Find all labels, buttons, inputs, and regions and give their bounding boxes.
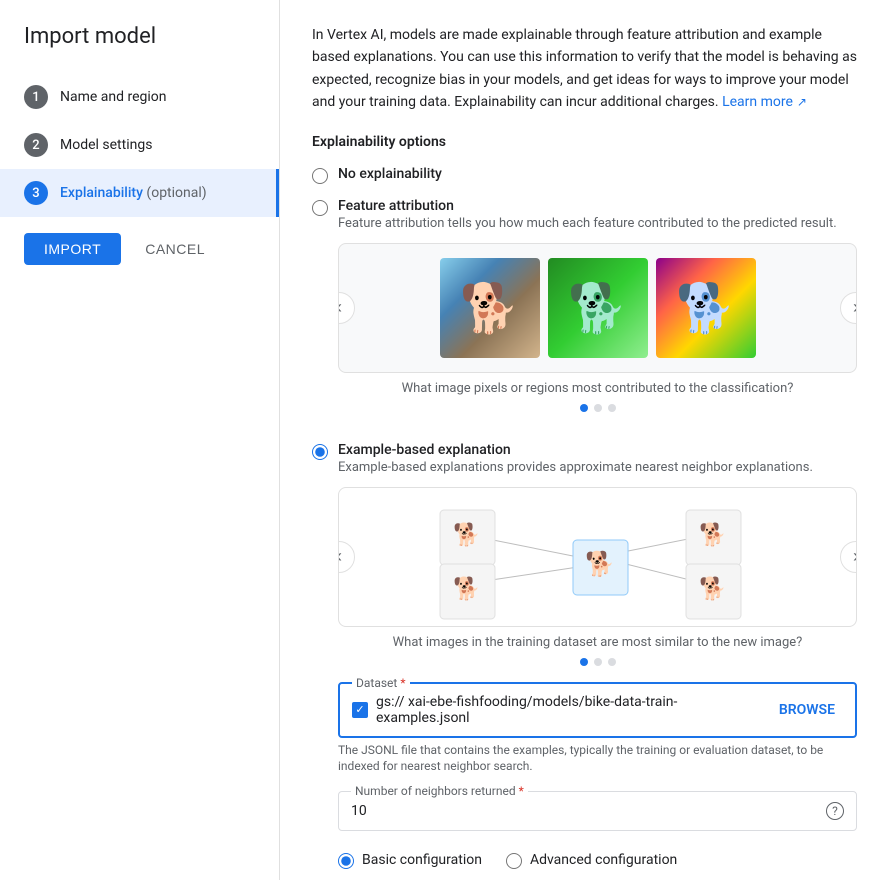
dataset-value: gs:// xai-ebe-fishfooding/models/bike-da… <box>376 694 763 726</box>
advanced-config-label: Advanced configuration <box>530 852 677 868</box>
cancel-button[interactable]: CANCEL <box>133 233 217 265</box>
no-explainability-radio[interactable] <box>312 168 328 184</box>
example-based-carousel-wrapper: ‹ 🐕 🐕 <box>338 487 857 627</box>
step-3[interactable]: 3 Explainability (optional) <box>0 169 279 217</box>
config-row: Basic configuration Advanced configurati… <box>338 851 857 869</box>
ex-dot-3 <box>608 658 616 666</box>
feature-attribution-prev-button[interactable]: ‹ <box>338 292 355 324</box>
no-explainability-option: No explainability <box>312 166 857 184</box>
svg-text:🐕: 🐕 <box>699 576 726 602</box>
step-2-label: Model settings <box>60 137 152 153</box>
example-based-carousel: ‹ 🐕 🐕 <box>338 487 857 666</box>
feature-attribution-carousel-wrapper: ‹ › <box>338 243 857 373</box>
browse-button[interactable]: BROWSE <box>771 698 843 722</box>
dataset-hint: The JSONL file that contains the example… <box>338 742 857 776</box>
dataset-field-label: Dataset * <box>352 676 410 690</box>
basic-config-label: Basic configuration <box>362 852 482 868</box>
main-content: In Vertex AI, models are made explainabl… <box>280 0 889 880</box>
example-based-desc: Example-based explanations provides appr… <box>338 460 857 475</box>
husky-image-3 <box>656 258 756 358</box>
section-title: Explainability options <box>312 134 857 150</box>
dataset-field-group: Dataset * gs:// xai-ebe-fishfooding/mode… <box>338 682 857 776</box>
example-based-dots <box>338 658 857 666</box>
help-icon[interactable]: ? <box>826 802 844 820</box>
dataset-field-inner: gs:// xai-ebe-fishfooding/models/bike-da… <box>340 684 855 736</box>
example-illustration-svg: 🐕 🐕 🐕 🐕 🐕 <box>398 492 798 622</box>
sidebar: Import model 1 Name and region 2 Model s… <box>0 0 280 880</box>
intro-paragraph: In Vertex AI, models are made explainabl… <box>312 24 857 114</box>
feature-attribution-label: Feature attribution <box>338 198 857 214</box>
action-buttons: IMPORT CANCEL <box>0 217 279 281</box>
feature-attribution-dots <box>338 404 857 412</box>
step-1[interactable]: 1 Name and region <box>0 73 279 121</box>
external-link-icon: ↗ <box>797 93 807 112</box>
feature-attribution-option: Feature attribution Feature attribution … <box>312 198 857 428</box>
dataset-field-wrapper: Dataset * gs:// xai-ebe-fishfooding/mode… <box>338 682 857 738</box>
svg-text:🐕: 🐕 <box>585 550 615 578</box>
example-based-option: Example-based explanation Example-based … <box>312 442 857 870</box>
step-3-number: 3 <box>24 181 48 205</box>
example-based-label: Example-based explanation <box>338 442 857 458</box>
example-based-prev-button[interactable]: ‹ <box>338 541 355 573</box>
basic-config-radio[interactable] <box>338 853 354 869</box>
dataset-checkbox-icon <box>352 702 368 718</box>
advanced-config-option: Advanced configuration <box>506 851 677 869</box>
page-title: Import model <box>0 24 279 73</box>
example-based-radio[interactable] <box>312 444 328 460</box>
svg-text:🐕: 🐕 <box>453 522 480 548</box>
carousel-images <box>428 246 768 370</box>
feature-attribution-carousel: ‹ › What image pixels or regions most co… <box>338 243 857 412</box>
ex-dot-2 <box>594 658 602 666</box>
feature-attribution-caption: What image pixels or regions most contri… <box>338 381 857 396</box>
step-2[interactable]: 2 Model settings <box>0 121 279 169</box>
feature-attribution-next-button[interactable]: › <box>840 292 857 324</box>
dot-1 <box>580 404 588 412</box>
neighbors-field-label: Number of neighbors returned * <box>351 784 528 798</box>
husky-image-2 <box>548 258 648 358</box>
step-2-number: 2 <box>24 133 48 157</box>
svg-text:🐕: 🐕 <box>699 522 726 548</box>
dot-3 <box>608 404 616 412</box>
basic-config-option: Basic configuration <box>338 851 482 869</box>
ex-dot-1 <box>580 658 588 666</box>
step-1-label: Name and region <box>60 89 167 105</box>
learn-more-link[interactable]: Learn more ↗ <box>722 91 807 113</box>
example-based-caption: What images in the training dataset are … <box>338 635 857 650</box>
dot-2 <box>594 404 602 412</box>
step-1-number: 1 <box>24 85 48 109</box>
feature-attribution-desc: Feature attribution tells you how much e… <box>338 216 857 231</box>
neighbors-value: 10 <box>351 803 826 819</box>
husky-image-1 <box>440 258 540 358</box>
feature-attribution-radio[interactable] <box>312 200 328 216</box>
import-button[interactable]: IMPORT <box>24 233 121 265</box>
svg-text:🐕: 🐕 <box>453 576 480 602</box>
no-explainability-label: No explainability <box>338 166 442 182</box>
neighbors-field-wrapper: Number of neighbors returned * 10 ? <box>338 791 857 831</box>
example-based-next-button[interactable]: › <box>840 541 857 573</box>
step-3-label: Explainability (optional) <box>60 185 207 201</box>
advanced-config-radio[interactable] <box>506 853 522 869</box>
